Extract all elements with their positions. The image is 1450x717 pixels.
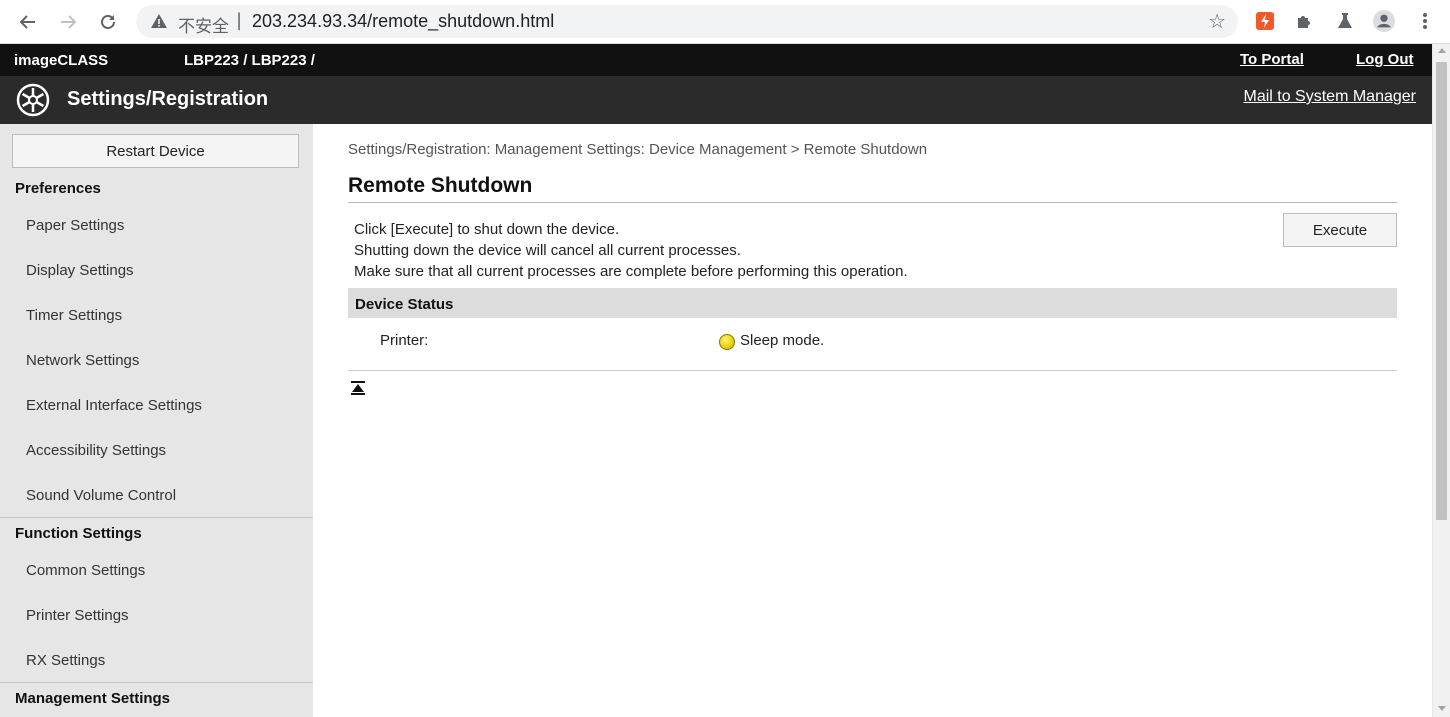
mail-to-system-manager-link[interactable]: Mail to System Manager: [1243, 88, 1416, 106]
top-bar: imageCLASS LBP223 / LBP223 / To Portal L…: [0, 44, 1432, 76]
sidebar-group-management-settings: Management Settings: [15, 690, 171, 707]
description-line: Click [Execute] to shut down the device.: [354, 221, 620, 238]
device-status-header: Device Status: [348, 288, 1397, 318]
sidebar-item-printer-settings[interactable]: Printer Settings: [26, 607, 129, 624]
security-separator: |: [236, 10, 243, 31]
breadcrumb: Settings/Registration: Management Settin…: [348, 141, 928, 158]
sidebar-divider: [0, 682, 313, 683]
sidebar: Restart Device Preferences Paper Setting…: [0, 124, 313, 717]
to-portal-link[interactable]: To Portal: [1240, 51, 1304, 68]
scroll-up-arrow-icon[interactable]: [1438, 48, 1446, 53]
title-bar: Settings/Registration Mail to System Man…: [0, 76, 1432, 124]
warning-triangle-icon: [151, 14, 167, 28]
sidebar-group-preferences: Preferences: [15, 180, 101, 197]
profile-avatar-icon[interactable]: [1373, 10, 1395, 32]
sidebar-item-network-settings[interactable]: Network Settings: [26, 352, 139, 369]
sidebar-group-function-settings: Function Settings: [15, 525, 142, 542]
execute-button[interactable]: Execute: [1283, 213, 1397, 247]
sidebar-item-common-settings[interactable]: Common Settings: [26, 562, 145, 579]
sidebar-item-timer-settings[interactable]: Timer Settings: [26, 307, 122, 324]
sidebar-item-external-interface-settings[interactable]: External Interface Settings: [26, 397, 202, 414]
restart-device-button[interactable]: Restart Device: [12, 134, 299, 168]
more-menu-icon[interactable]: [1414, 10, 1436, 32]
lightning-extension-icon[interactable]: [1254, 10, 1276, 32]
page-scrollbar[interactable]: [1432, 44, 1450, 717]
flask-icon[interactable]: [1334, 10, 1356, 32]
puzzle-extension-icon[interactable]: [1294, 10, 1316, 32]
address-bar[interactable]: 不安全 | 203.234.93.34/remote_shutdown.html…: [136, 5, 1238, 38]
url-text[interactable]: 203.234.93.34/remote_shutdown.html: [252, 11, 554, 32]
status-indicator-icon: [719, 334, 735, 350]
star-icon[interactable]: ☆: [1208, 9, 1226, 33]
forward-arrow-icon[interactable]: [54, 8, 82, 36]
printer-status-value: Sleep mode.: [740, 332, 825, 349]
page-title: Remote Shutdown: [348, 174, 533, 197]
brand-name: imageCLASS: [14, 52, 109, 69]
sidebar-item-accessibility-settings[interactable]: Accessibility Settings: [26, 442, 166, 459]
printer-label: Printer:: [380, 332, 429, 349]
section-title: Settings/Registration: [67, 88, 269, 110]
model-name: LBP223 / LBP223 /: [184, 52, 315, 69]
sidebar-item-rx-settings[interactable]: RX Settings: [26, 652, 105, 669]
content-divider: [348, 370, 1397, 371]
reload-icon[interactable]: [94, 8, 122, 36]
description-line: Make sure that all current processes are…: [354, 263, 908, 280]
settings-logo-icon: [16, 83, 50, 117]
security-label: 不安全: [178, 17, 229, 37]
back-arrow-icon[interactable]: [14, 8, 42, 36]
browser-toolbar: 不安全 | 203.234.93.34/remote_shutdown.html…: [0, 0, 1450, 44]
description-line: Shutting down the device will cancel all…: [354, 242, 741, 259]
sidebar-item-display-settings[interactable]: Display Settings: [26, 262, 134, 279]
device-status-heading: Device Status: [355, 296, 454, 313]
log-out-link[interactable]: Log Out: [1356, 51, 1413, 68]
title-divider: [348, 202, 1397, 203]
sidebar-divider: [0, 517, 313, 518]
scrollbar-thumb[interactable]: [1436, 62, 1447, 520]
sidebar-item-paper-settings[interactable]: Paper Settings: [26, 217, 124, 234]
sidebar-item-sound-volume-control[interactable]: Sound Volume Control: [26, 487, 176, 504]
back-to-top-icon[interactable]: [350, 380, 366, 396]
scroll-down-arrow-icon[interactable]: [1438, 706, 1446, 711]
